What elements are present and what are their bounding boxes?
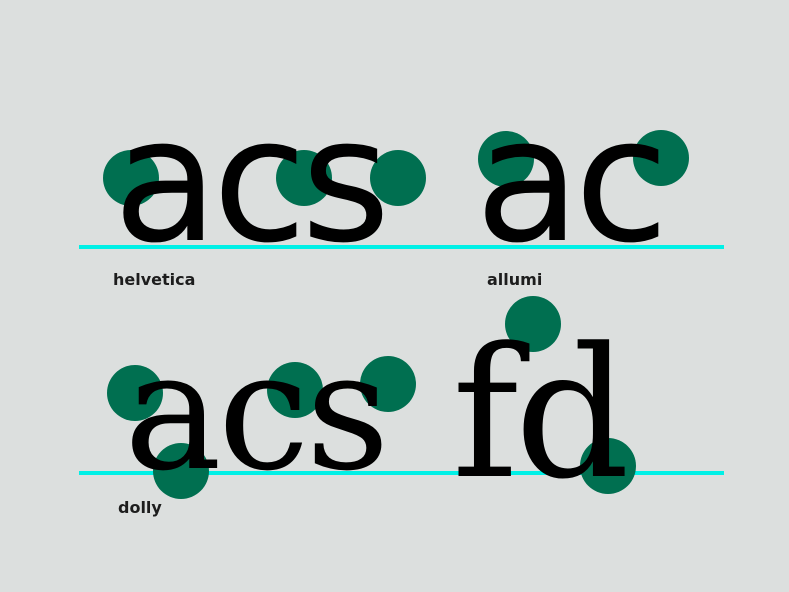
specimen-glyphs-fd: fd <box>452 310 630 519</box>
specimen-glyphs-helvetica: acs <box>113 80 391 281</box>
specimen-glyphs-dolly: acs <box>124 316 390 507</box>
specimen-glyphs-allumi: ac <box>475 80 669 281</box>
font-label-dolly: dolly <box>118 498 162 517</box>
font-label-allumi: allumi <box>487 270 543 289</box>
font-label-helvetica: helvetica <box>113 270 196 289</box>
